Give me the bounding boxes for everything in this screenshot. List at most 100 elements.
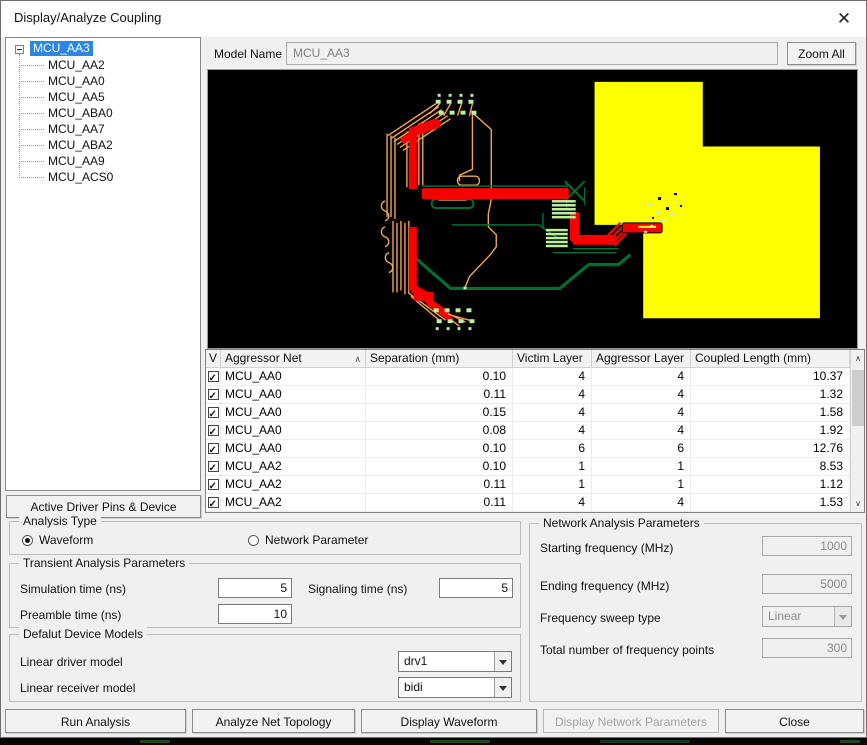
row-check-cell[interactable] [206, 386, 221, 403]
radio-network-parameter[interactable]: Network Parameter [248, 533, 368, 547]
cell-separation: 0.11 [366, 386, 513, 403]
cell-aggressor-layer: 4 [592, 422, 691, 439]
starting-frequency-field: 1000 [762, 536, 852, 556]
close-icon[interactable]: ✕ [833, 8, 855, 30]
cell-aggressor-layer: 1 [592, 458, 691, 475]
table-row[interactable]: MCU_AA20.11441.53 [206, 494, 864, 512]
dropdown-arrow-icon[interactable] [494, 678, 511, 697]
simulation-time-label: Simulation time (ns) [20, 582, 126, 596]
partial-row [206, 512, 864, 513]
table-row[interactable]: MCU_AA00.106612.76 [206, 440, 864, 458]
tree-item-root-selected[interactable]: MCU_AA3 [30, 41, 93, 56]
cell-aggressor-layer: 4 [592, 404, 691, 421]
title-bar: Display/Analyze Coupling ✕ [1, 1, 866, 37]
radio-unselected-icon[interactable] [248, 535, 259, 546]
checked-checkbox-icon[interactable] [208, 425, 219, 436]
cell-coupled-length: 1.12 [691, 476, 850, 493]
table-row[interactable]: MCU_AA00.08441.92 [206, 422, 864, 440]
table-row[interactable]: MCU_AA00.15441.58 [206, 404, 864, 422]
cell-separation: 0.10 [366, 368, 513, 385]
cell-aggressor-net: MCU_AA0 [221, 368, 366, 385]
linear-receiver-label: Linear receiver model [20, 681, 135, 695]
table-row[interactable]: MCU_AA20.10118.53 [206, 458, 864, 476]
net-tree-panel[interactable]: MCU_AA3 MCU_AA2MCU_AA0MCU_AA5MCU_ABA0MCU… [5, 37, 201, 491]
tree-collapse-icon[interactable] [15, 45, 24, 54]
pcb-layout-view[interactable] [207, 69, 858, 349]
table-scrollbar[interactable]: ∧ ∨ [850, 350, 864, 512]
preamble-time-field[interactable]: 10 [218, 604, 292, 624]
cell-coupled-length: 1.58 [691, 404, 850, 421]
table-row[interactable]: MCU_AA00.104410.37 [206, 368, 864, 386]
cell-victim-layer: 6 [513, 440, 592, 457]
signaling-time-label: Signaling time (ns) [308, 582, 407, 596]
table-header-row: V Aggressor Net ∧ Separation (mm) Victim… [206, 350, 864, 368]
cell-victim-layer: 4 [513, 404, 592, 421]
radio-waveform[interactable]: Waveform [22, 533, 93, 547]
background-window-strip [0, 738, 867, 745]
cell-victim-layer: 4 [513, 422, 592, 439]
row-check-cell[interactable] [206, 494, 221, 511]
row-check-cell[interactable] [206, 404, 221, 421]
tree-item-mcu_aba0[interactable]: MCU_ABA0 [6, 105, 200, 121]
radio-selected-icon[interactable] [22, 535, 33, 546]
simulation-time-field[interactable]: 5 [218, 578, 292, 598]
tree-item-mcu_aa0[interactable]: MCU_AA0 [6, 73, 200, 89]
device-models-group-label: Defalut Device Models [19, 627, 147, 641]
cell-separation: 0.11 [366, 494, 513, 511]
checked-checkbox-icon[interactable] [208, 407, 219, 418]
tree-item-mcu_aa9[interactable]: MCU_AA9 [6, 153, 200, 169]
row-check-cell[interactable] [206, 440, 221, 457]
checked-checkbox-icon[interactable] [208, 371, 219, 382]
cell-coupled-length: 12.76 [691, 440, 850, 457]
tree-item-mcu_aa2[interactable]: MCU_AA2 [6, 57, 200, 73]
row-check-cell[interactable] [206, 458, 221, 475]
signaling-time-field[interactable]: 5 [439, 578, 513, 598]
scroll-up-icon[interactable]: ∧ [851, 351, 865, 366]
cell-separation: 0.08 [366, 422, 513, 439]
tree-root-row[interactable]: MCU_AA3 [6, 38, 200, 57]
col-header-coupled-length[interactable]: Coupled Length (mm) [691, 350, 850, 367]
transient-parameters-group: Transient Analysis Parameters Simulation… [9, 563, 521, 628]
close-button[interactable]: Close [725, 709, 864, 733]
linear-driver-dropdown[interactable]: drv1 [398, 651, 512, 672]
scroll-down-icon[interactable]: ∨ [851, 496, 865, 511]
coupling-table: V Aggressor Net ∧ Separation (mm) Victim… [205, 349, 865, 513]
col-header-victim-layer[interactable]: Victim Layer [513, 350, 592, 367]
checked-checkbox-icon[interactable] [208, 443, 219, 454]
zoom-all-button[interactable]: Zoom All [787, 42, 856, 65]
cell-aggressor-net: MCU_AA0 [221, 404, 366, 421]
analysis-type-group: Analysis Type Waveform Network Parameter [9, 521, 521, 555]
col-header-aggressor-layer[interactable]: Aggressor Layer [592, 350, 691, 367]
tree-item-mcu_acs0[interactable]: MCU_ACS0 [6, 169, 200, 185]
checked-checkbox-icon[interactable] [208, 479, 219, 490]
table-row[interactable]: MCU_AA20.11111.12 [206, 476, 864, 494]
cell-aggressor-layer: 6 [592, 440, 691, 457]
cell-victim-layer: 4 [513, 368, 592, 385]
col-header-check[interactable]: V [206, 350, 221, 367]
analyze-net-topology-button[interactable]: Analyze Net Topology [192, 709, 355, 733]
checked-checkbox-icon[interactable] [208, 461, 219, 472]
dropdown-arrow-icon[interactable] [494, 652, 511, 671]
tree-item-mcu_aba2[interactable]: MCU_ABA2 [6, 137, 200, 153]
linear-receiver-dropdown[interactable]: bidi [398, 677, 512, 698]
tree-item-mcu_aa5[interactable]: MCU_AA5 [6, 89, 200, 105]
cell-aggressor-layer: 4 [592, 386, 691, 403]
col-header-aggressor-net[interactable]: Aggressor Net ∧ [221, 350, 366, 367]
cell-aggressor-net: MCU_AA0 [221, 440, 366, 457]
table-row[interactable]: MCU_AA00.11441.32 [206, 386, 864, 404]
checked-checkbox-icon[interactable] [208, 389, 219, 400]
display-waveform-button[interactable]: Display Waveform [361, 709, 537, 733]
row-check-cell[interactable] [206, 476, 221, 493]
row-check-cell[interactable] [206, 422, 221, 439]
tree-item-mcu_aa7[interactable]: MCU_AA7 [6, 121, 200, 137]
checked-checkbox-icon[interactable] [208, 497, 219, 508]
tree-children: MCU_AA2MCU_AA0MCU_AA5MCU_ABA0MCU_AA7MCU_… [6, 57, 200, 185]
scrollbar-thumb[interactable] [852, 370, 864, 426]
cell-coupled-length: 1.32 [691, 386, 850, 403]
run-analysis-button[interactable]: Run Analysis [5, 709, 186, 733]
cell-separation: 0.10 [366, 458, 513, 475]
row-check-cell[interactable] [206, 368, 221, 385]
col-header-separation[interactable]: Separation (mm) [366, 350, 513, 367]
ending-frequency-label: Ending frequency (MHz) [540, 579, 669, 593]
frequency-sweep-label: Frequency sweep type [540, 611, 661, 625]
